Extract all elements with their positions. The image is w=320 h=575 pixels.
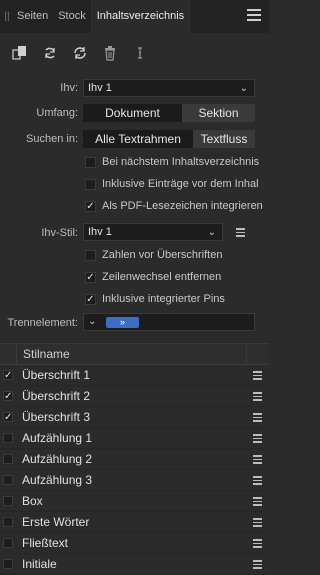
check-zeilenwechsel[interactable]: ✓ Zeilenwechsel entfernen [85, 271, 221, 283]
checkbox[interactable] [3, 475, 13, 485]
table-row[interactable]: ✓ Überschrift 1 [0, 365, 269, 386]
toc-toolbar [0, 33, 269, 73]
style-name: Überschrift 1 [22, 368, 91, 382]
table-header: Stilname [0, 343, 269, 365]
row-menu-icon[interactable] [253, 560, 262, 569]
row-menu-icon[interactable] [253, 392, 262, 401]
table-row[interactable]: Box [0, 491, 269, 512]
checkbox[interactable] [3, 433, 13, 443]
ihv-value: Ihv 1 [88, 82, 112, 94]
suchen-alle-option[interactable]: Alle Textrahmen [83, 130, 193, 148]
text-cursor-icon[interactable] [131, 44, 149, 62]
table-row[interactable]: Aufzählung 1 [0, 428, 269, 449]
umfang-dokument-option[interactable]: Dokument [83, 104, 182, 122]
suchen-textfluss-option[interactable]: Textfluss [193, 130, 255, 148]
row-menu-icon[interactable] [253, 476, 262, 485]
table-row[interactable]: Initiale [0, 554, 269, 575]
trennelement-label: Trennelement: [7, 317, 78, 329]
tab-stock[interactable]: Stock [53, 0, 91, 33]
separator-chip[interactable]: » [106, 317, 139, 328]
table-row[interactable]: Fließtext [0, 533, 269, 554]
check-integrierte-pins[interactable]: ✓ Inklusive integrierter Pins [85, 293, 225, 305]
tab-seiten[interactable]: Seiten [12, 0, 53, 33]
ihv-stil-value: Ihv 1 [88, 226, 112, 238]
checkbox-checked[interactable]: ✓ [85, 200, 96, 212]
delete-toc-icon[interactable] [101, 44, 119, 62]
table-row[interactable]: ✓ Überschrift 2 [0, 386, 269, 407]
row-menu-icon[interactable] [253, 497, 262, 506]
ihv-dropdown[interactable]: Ihv 1 ⌄ [83, 79, 255, 97]
umfang-label: Umfang: [36, 107, 78, 119]
row-menu-icon[interactable] [253, 539, 262, 548]
check-pdf-lesezeichen[interactable]: ✓ Als PDF-Lesezeichen integrieren [85, 200, 263, 212]
panel-tab-bar: || Seiten Stock Inhaltsverzeichnis [0, 0, 269, 33]
style-name: Überschrift 3 [22, 410, 91, 424]
row-menu-icon[interactable] [253, 455, 262, 464]
styles-table: Stilname ✓ Überschrift 1 ✓ Überschrift 2 ✓ Üb… [0, 343, 269, 575]
ihv-stil-label: Ihv-Stil: [41, 227, 78, 239]
chevron-down-icon[interactable]: ⌄ [88, 316, 96, 327]
update-toc-icon[interactable] [41, 44, 59, 62]
umfang-segmented: Dokument Sektion [83, 104, 255, 122]
table-row[interactable]: Erste Wörter [0, 512, 269, 533]
checkbox-checked[interactable]: ✓ [85, 293, 96, 305]
check-label: Inklusive integrierter Pins [102, 293, 225, 305]
trennelement-field[interactable]: ⌄ » [83, 313, 255, 331]
row-menu-icon[interactable] [253, 413, 262, 422]
checkbox[interactable] [3, 517, 13, 527]
checkbox[interactable] [3, 496, 13, 506]
tab-inhaltsverzeichnis[interactable]: Inhaltsverzeichnis [90, 0, 191, 33]
umfang-sektion-option[interactable]: Sektion [182, 104, 255, 122]
suchen-label: Suchen in: [26, 133, 78, 145]
checkbox-checked[interactable]: ✓ [3, 391, 13, 402]
row-menu-icon[interactable] [253, 371, 262, 380]
ihv-label: Ihv: [60, 82, 78, 94]
check-label: Bei nächstem Inhaltsverzeichnis [102, 156, 260, 168]
style-name: Initiale [22, 557, 57, 571]
table-row[interactable]: ✓ Überschrift 3 [0, 407, 269, 428]
table-row[interactable]: Aufzählung 3 [0, 470, 269, 491]
panel-menu-icon[interactable] [247, 9, 261, 23]
style-name: Erste Wörter [22, 515, 90, 529]
check-label: Als PDF-Lesezeichen integrieren [102, 200, 263, 212]
checkbox-checked[interactable]: ✓ [3, 412, 13, 423]
checkbox[interactable] [85, 156, 96, 168]
suchen-segmented: Alle Textrahmen Textfluss [83, 130, 255, 148]
checkbox[interactable] [3, 559, 13, 569]
checkbox-checked[interactable]: ✓ [85, 271, 96, 283]
check-inklusive-eintraege[interactable]: Inklusive Einträge vor dem Inhal [85, 178, 259, 190]
checkbox[interactable] [3, 454, 13, 464]
update-all-toc-icon[interactable] [71, 44, 89, 62]
insert-toc-icon[interactable] [11, 44, 29, 62]
checkbox-checked[interactable]: ✓ [3, 370, 13, 381]
checkbox[interactable] [85, 249, 96, 261]
check-label: Zahlen vor Überschriften [102, 249, 223, 261]
style-name: Aufzählung 3 [22, 473, 93, 487]
check-label: Inklusive Einträge vor dem Inhal [102, 178, 259, 190]
ihv-stil-dropdown[interactable]: Ihv 1 ⌄ [83, 223, 223, 241]
checkbox[interactable] [3, 538, 13, 548]
check-zahlen-vor[interactable]: Zahlen vor Überschriften [85, 249, 222, 261]
panel-grip-icon[interactable]: || [2, 11, 12, 22]
style-name: Aufzählung 1 [22, 431, 93, 445]
check-naechstes-ihv[interactable]: Bei nächstem Inhaltsverzeichnis [85, 156, 259, 168]
stil-options-icon[interactable] [236, 228, 245, 237]
style-name: Überschrift 2 [22, 389, 91, 403]
style-name: Fließtext [22, 536, 69, 550]
table-row[interactable]: Aufzählung 2 [0, 449, 269, 470]
style-name: Aufzählung 2 [22, 452, 93, 466]
column-stilname[interactable]: Stilname [17, 347, 246, 361]
row-menu-icon[interactable] [253, 518, 262, 527]
checkbox[interactable] [85, 178, 96, 190]
row-menu-icon[interactable] [253, 434, 262, 443]
style-name: Box [22, 494, 43, 508]
chevron-down-icon: ⌄ [207, 227, 216, 238]
check-label: Zeilenwechsel entfernen [102, 271, 222, 283]
chevron-down-icon: ⌄ [239, 83, 248, 94]
